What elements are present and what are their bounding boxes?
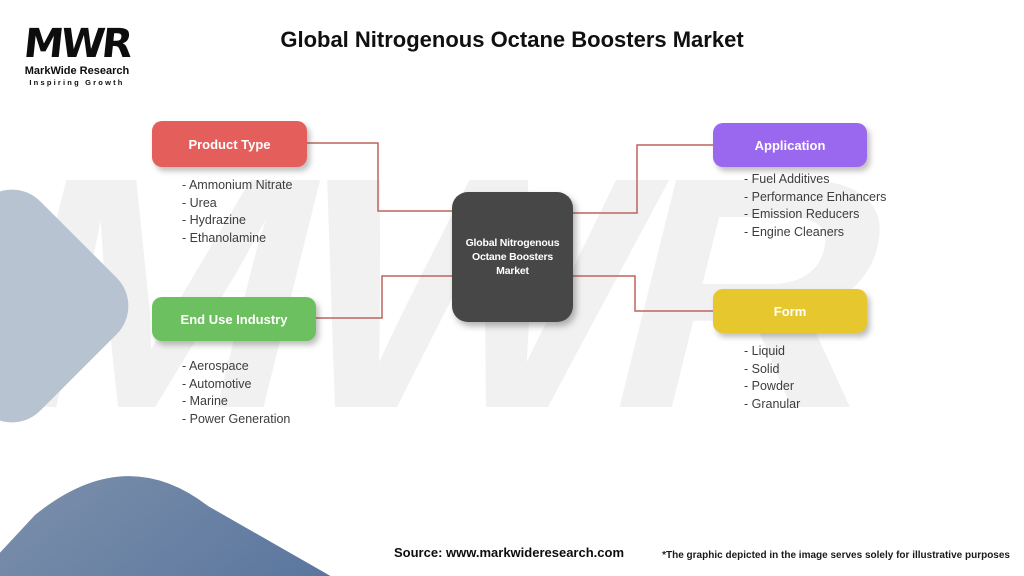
branch-box-form: Form xyxy=(713,289,867,333)
list-item: - Aerospace xyxy=(182,358,290,376)
branch-list-application: - Fuel Additives- Performance Enhancers-… xyxy=(744,171,886,241)
center-node-label-line: Market xyxy=(496,264,529,278)
disclaimer-text: *The graphic depicted in the image serve… xyxy=(662,550,1010,561)
list-item: - Emission Reducers xyxy=(744,206,886,224)
branch-box-product-type: Product Type xyxy=(152,121,307,167)
list-item: - Ethanolamine xyxy=(182,230,292,248)
branch-list-form: - Liquid- Solid- Powder- Granular xyxy=(744,343,800,413)
list-item: - Ammonium Nitrate xyxy=(182,177,292,195)
infographic-page: MWR MWR MarkWide Research Inspiring Grow… xyxy=(0,0,1024,576)
list-item: - Performance Enhancers xyxy=(744,189,886,207)
list-item: - Marine xyxy=(182,393,290,411)
list-item: - Urea xyxy=(182,195,292,213)
branch-label-form: Form xyxy=(774,304,807,319)
center-node-label-line: Global Nitrogenous xyxy=(466,236,560,250)
list-item: - Liquid xyxy=(744,343,800,361)
markwide-research-logo: MWR MarkWide Research Inspiring Growth xyxy=(22,24,132,87)
list-item: - Powder xyxy=(744,378,800,396)
source-text: Source: www.markwideresearch.com xyxy=(394,545,624,560)
logo-tagline: Inspiring Growth xyxy=(22,78,132,87)
branch-list-product-type: - Ammonium Nitrate- Urea- Hydrazine- Eth… xyxy=(182,177,292,247)
page-title: Global Nitrogenous Octane Boosters Marke… xyxy=(0,27,1024,53)
list-item: - Solid xyxy=(744,361,800,379)
list-item: - Automotive xyxy=(182,376,290,394)
list-item: - Hydrazine xyxy=(182,212,292,230)
list-item: - Granular xyxy=(744,396,800,414)
center-node: Global Nitrogenous Octane Boosters Marke… xyxy=(452,192,573,322)
branch-label-product-type: Product Type xyxy=(188,137,270,152)
logo-acronym: MWR xyxy=(22,24,132,64)
list-item: - Fuel Additives xyxy=(744,171,886,189)
branch-label-end-use-industry: End Use Industry xyxy=(181,312,288,327)
center-node-label-line: Octane Boosters xyxy=(472,250,553,264)
branch-list-end-use-industry: - Aerospace- Automotive- Marine- Power G… xyxy=(182,358,290,428)
branch-box-application: Application xyxy=(713,123,867,167)
branch-box-end-use-industry: End Use Industry xyxy=(152,297,316,341)
list-item: - Power Generation xyxy=(182,411,290,429)
list-item: - Engine Cleaners xyxy=(744,224,886,242)
branch-label-application: Application xyxy=(755,138,826,153)
